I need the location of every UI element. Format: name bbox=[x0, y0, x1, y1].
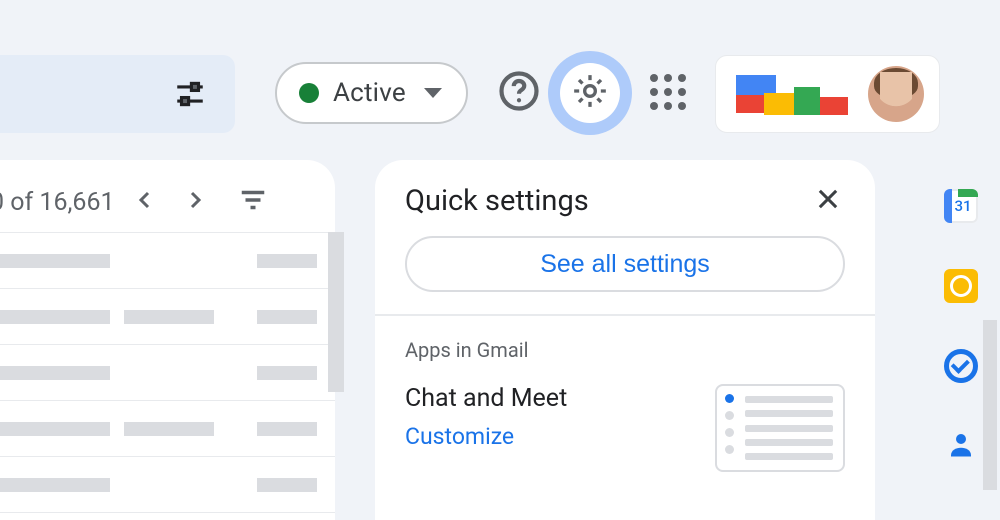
mail-list bbox=[0, 232, 335, 513]
google-apps-button[interactable] bbox=[650, 74, 690, 114]
keep-icon bbox=[944, 269, 978, 303]
gear-icon bbox=[570, 71, 610, 115]
tasks-app-button[interactable] bbox=[941, 346, 981, 386]
mail-row[interactable] bbox=[0, 401, 335, 457]
section-label: Apps in Gmail bbox=[405, 338, 845, 362]
next-page-button[interactable] bbox=[175, 182, 215, 222]
help-button[interactable] bbox=[496, 70, 542, 116]
help-icon bbox=[498, 70, 540, 116]
avatar bbox=[868, 66, 924, 122]
contacts-icon bbox=[946, 429, 976, 463]
keep-app-button[interactable] bbox=[941, 266, 981, 306]
chevron-left-icon bbox=[133, 188, 157, 216]
quick-settings-panel: Quick settings See all settings Apps in … bbox=[375, 160, 875, 520]
mail-panel: 0 of 16,661 bbox=[0, 160, 335, 520]
mail-scrollbar[interactable] bbox=[328, 232, 344, 392]
account-switcher[interactable] bbox=[715, 55, 940, 133]
see-all-settings-label: See all settings bbox=[540, 250, 710, 279]
org-logo bbox=[732, 69, 852, 119]
mail-row[interactable] bbox=[0, 457, 335, 513]
prev-page-button[interactable] bbox=[125, 182, 165, 222]
status-label: Active bbox=[333, 78, 406, 108]
layout-preview-icon bbox=[715, 384, 845, 472]
close-button[interactable] bbox=[811, 184, 845, 218]
app-grid-dot bbox=[650, 74, 658, 82]
tasks-icon bbox=[944, 349, 978, 383]
search-bar-tail[interactable] bbox=[0, 55, 235, 133]
pager-text: 0 of 16,661 bbox=[0, 188, 115, 217]
see-all-settings-button[interactable]: See all settings bbox=[405, 236, 845, 292]
customize-link[interactable]: Customize bbox=[405, 423, 567, 450]
status-chip[interactable]: Active bbox=[275, 62, 468, 124]
mail-row[interactable] bbox=[0, 289, 335, 345]
mail-toolbar: 0 of 16,661 bbox=[0, 172, 335, 232]
setting-title: Chat and Meet bbox=[405, 384, 567, 413]
settings-button[interactable] bbox=[548, 51, 632, 135]
status-dot-icon bbox=[299, 83, 319, 103]
mail-row[interactable] bbox=[0, 233, 335, 289]
calendar-icon: 31 bbox=[944, 189, 978, 223]
setting-chat-meet: Chat and Meet Customize bbox=[405, 384, 845, 472]
side-panel: 31 bbox=[922, 160, 1000, 466]
contacts-app-button[interactable] bbox=[941, 426, 981, 466]
divider bbox=[375, 314, 875, 316]
close-icon bbox=[814, 185, 842, 217]
quick-settings-title: Quick settings bbox=[405, 184, 589, 218]
chevron-down-icon bbox=[424, 88, 442, 98]
tune-icon bbox=[173, 77, 207, 111]
sort-filter-button[interactable] bbox=[233, 182, 273, 222]
filter-icon bbox=[238, 185, 268, 219]
calendar-app-button[interactable]: 31 bbox=[941, 186, 981, 226]
mail-row[interactable] bbox=[0, 345, 335, 401]
chevron-right-icon bbox=[183, 188, 207, 216]
